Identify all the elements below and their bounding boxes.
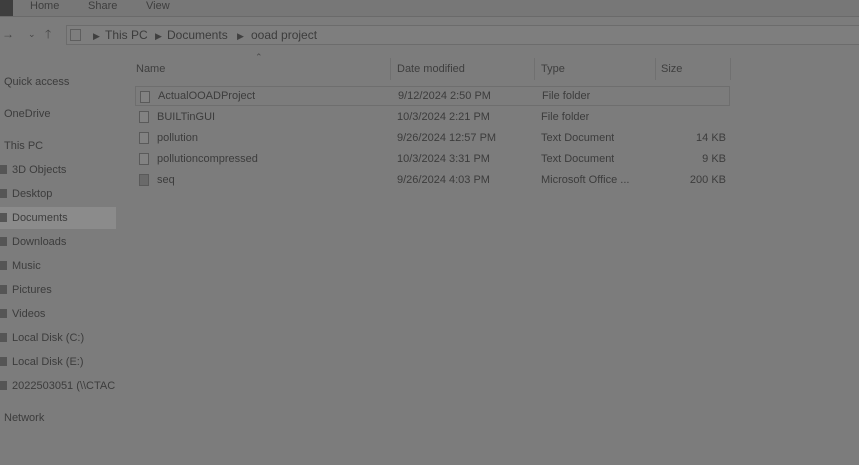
downloads-icon	[0, 237, 7, 246]
file-date: 9/26/2024 4:03 PM	[397, 174, 490, 186]
sidebar-item-label: Downloads	[12, 236, 67, 248]
breadcrumb-separator-icon[interactable]: ▶	[155, 29, 162, 43]
column-header-date-modified[interactable]: Date modified	[397, 60, 465, 78]
breadcrumb-ooad-project[interactable]: ooad project	[251, 28, 317, 43]
file-list: ⌃ Name Date modified Type Size ActualOOA…	[118, 52, 859, 465]
back-arrow-icon[interactable]: →	[2, 26, 14, 42]
file-row[interactable]: seq 9/26/2024 4:03 PM Microsoft Office .…	[135, 170, 730, 190]
column-divider[interactable]	[534, 58, 535, 80]
file-explorer-window: Home Share View → ⌄ 🡑 ▶ This PC ▶ Docume…	[0, 0, 859, 465]
pictures-icon	[0, 285, 7, 294]
sidebar-item-label: Documents	[12, 212, 68, 224]
file-tab[interactable]	[0, 0, 13, 16]
documents-icon	[0, 213, 7, 222]
sidebar-item-this-pc[interactable]: This PC	[0, 135, 116, 157]
sidebar-item-music[interactable]: Music	[0, 255, 116, 277]
file-name: pollutioncompressed	[157, 153, 258, 165]
file-name: seq	[157, 174, 175, 186]
file-row[interactable]: ActualOOADProject 9/12/2024 2:50 PM File…	[135, 86, 730, 106]
sidebar-item-videos[interactable]: Videos	[0, 303, 116, 325]
network-drive-icon	[0, 381, 7, 390]
file-row[interactable]: pollutioncompressed 10/3/2024 3:31 PM Te…	[135, 149, 730, 169]
sidebar-item-documents[interactable]: Documents	[0, 207, 116, 229]
sidebar-item-quick-access[interactable]: Quick access	[0, 71, 116, 93]
file-row[interactable]: BUILTinGUI 10/3/2024 2:21 PM File folder	[135, 107, 730, 127]
column-header-size[interactable]: Size	[661, 60, 682, 78]
sidebar-item-onedrive[interactable]: OneDrive	[0, 103, 116, 125]
drive-icon	[0, 357, 7, 366]
column-divider[interactable]	[655, 58, 656, 80]
sidebar-item-downloads[interactable]: Downloads	[0, 231, 116, 253]
file-type: Text Document	[541, 132, 615, 144]
sidebar-item-pictures[interactable]: Pictures	[0, 279, 116, 301]
breadcrumb-separator-icon[interactable]: ▶	[93, 29, 100, 43]
column-header-name[interactable]: Name	[136, 60, 165, 78]
file-type: File folder	[541, 111, 590, 123]
file-date: 10/3/2024 2:21 PM	[397, 111, 490, 123]
breadcrumb-documents[interactable]: Documents	[167, 28, 228, 43]
sidebar-item-label: Videos	[12, 308, 46, 320]
sidebar-item-label: Local Disk (E:)	[12, 356, 84, 368]
sidebar-item-label: Pictures	[12, 284, 52, 296]
sidebar-item-label: This PC	[4, 140, 44, 152]
file-size: 14 KB	[696, 132, 726, 144]
3d-objects-icon	[0, 165, 7, 174]
file-type: Text Document	[541, 153, 615, 165]
tab-share[interactable]: Share	[88, 0, 117, 15]
tab-home[interactable]: Home	[30, 0, 59, 15]
file-date: 9/26/2024 12:57 PM	[397, 132, 497, 144]
sidebar-item-local-disk-c[interactable]: Local Disk (C:)	[0, 327, 116, 349]
sidebar-item-label: OneDrive	[4, 108, 51, 120]
sidebar-item-label: Local Disk (C:)	[12, 332, 85, 344]
column-header-type[interactable]: Type	[541, 60, 565, 78]
address-bar[interactable]: ▶ This PC ▶ Documents ▶ ooad project	[66, 25, 859, 45]
file-name: pollution	[157, 132, 198, 144]
sidebar-item-label: Music	[12, 260, 41, 272]
file-date: 10/3/2024 3:31 PM	[397, 153, 490, 165]
sidebar-item-label: Network	[4, 412, 45, 424]
sidebar-item-desktop[interactable]: Desktop	[0, 183, 116, 205]
up-arrow-icon[interactable]: 🡑	[45, 26, 51, 42]
text-file-icon	[139, 153, 149, 165]
sidebar-item-label: Desktop	[12, 188, 53, 200]
sidebar-item-label: 2022503051 (\\CTAC	[12, 380, 116, 392]
file-row[interactable]: pollution 9/26/2024 12:57 PM Text Docume…	[135, 128, 730, 148]
column-divider[interactable]	[730, 58, 731, 80]
music-icon	[0, 261, 7, 270]
drive-icon	[0, 333, 7, 342]
sort-ascending-icon: ⌃	[255, 52, 263, 62]
breadcrumb-this-pc[interactable]: This PC	[105, 28, 148, 43]
desktop-icon	[0, 189, 7, 198]
sidebar-item-label: 3D Objects	[12, 164, 67, 176]
file-type: Microsoft Office ...	[541, 174, 630, 186]
sidebar-item-3d-objects[interactable]: 3D Objects	[0, 159, 116, 181]
videos-icon	[0, 309, 7, 318]
folder-icon	[140, 91, 150, 103]
sidebar-item-network-drive[interactable]: 2022503051 (\\CTAC	[0, 375, 116, 397]
file-name: ActualOOADProject	[158, 90, 256, 102]
file-type: File folder	[542, 90, 591, 102]
sidebar-item-label: Quick access	[4, 76, 70, 88]
address-row: → ⌄ 🡑 ▶ This PC ▶ Documents ▶ ooad proje…	[0, 22, 859, 48]
text-file-icon	[139, 132, 149, 144]
chevron-down-icon[interactable]: ⌄	[28, 26, 36, 42]
column-divider[interactable]	[390, 58, 391, 80]
ribbon: Home Share View	[0, 0, 859, 17]
breadcrumb-separator-icon[interactable]: ▶	[237, 29, 244, 43]
file-date: 9/12/2024 2:50 PM	[398, 90, 491, 102]
office-file-icon	[139, 174, 149, 186]
file-size: 9 KB	[702, 153, 726, 165]
navigation-pane: Quick access OneDrive This PC 3D Objects…	[0, 60, 118, 465]
tab-view[interactable]: View	[146, 0, 170, 15]
location-icon	[70, 29, 81, 41]
sidebar-item-local-disk-e[interactable]: Local Disk (E:)	[0, 351, 116, 373]
folder-icon	[139, 111, 149, 123]
file-size: 200 KB	[689, 174, 726, 186]
file-name: BUILTinGUI	[157, 111, 216, 123]
sidebar-item-network[interactable]: Network	[0, 407, 116, 429]
